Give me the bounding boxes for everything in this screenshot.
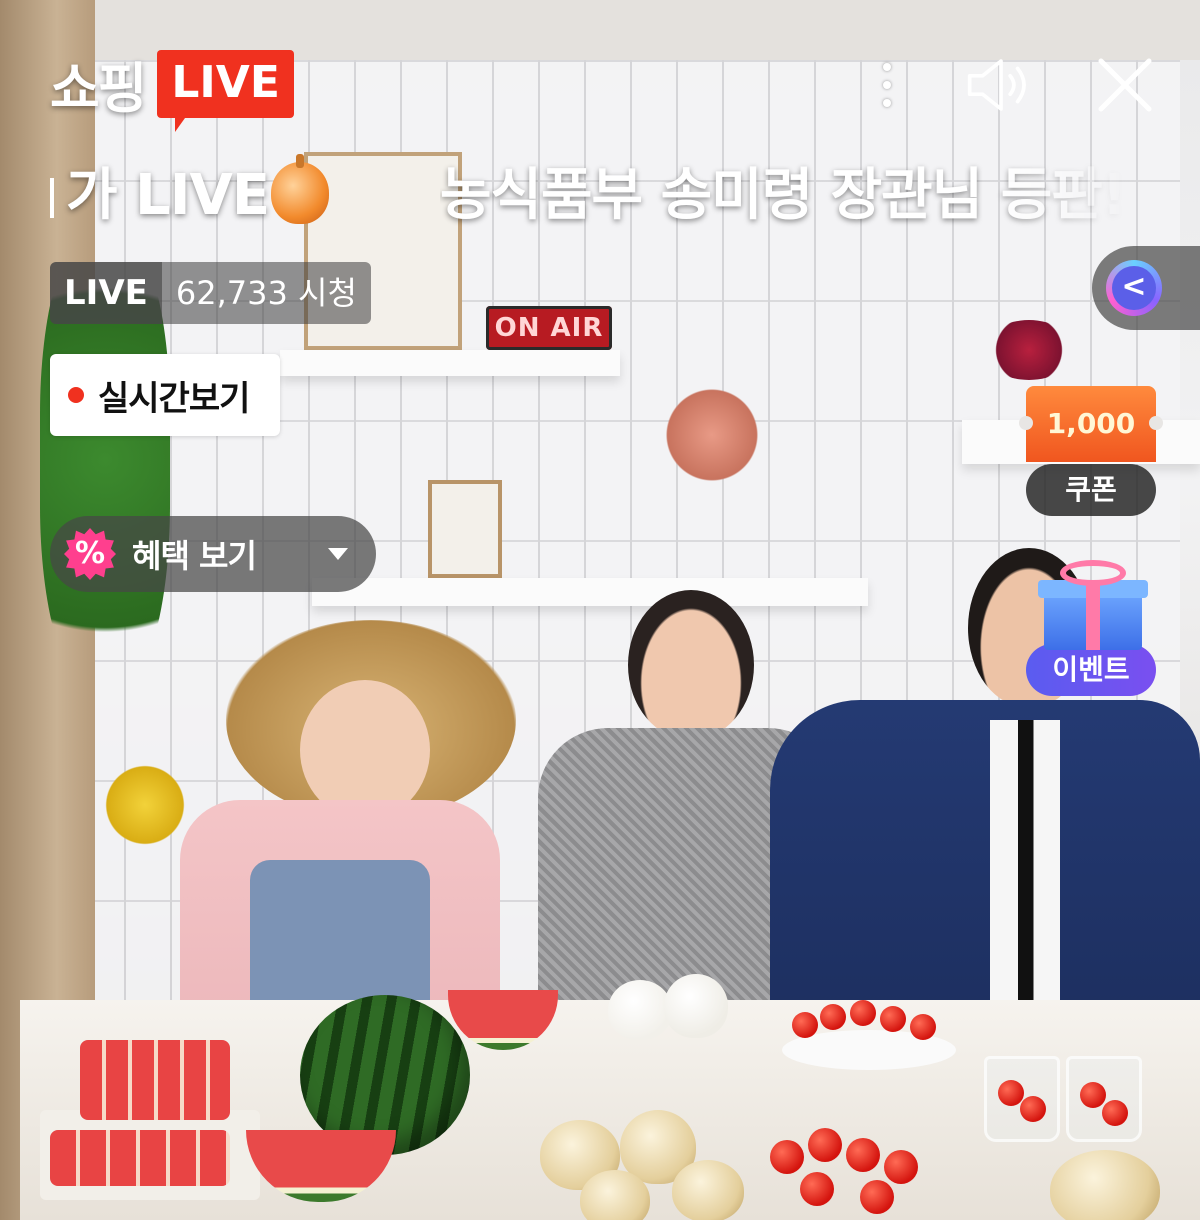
tomato <box>860 1180 894 1214</box>
tomato <box>884 1150 918 1184</box>
peeled-onion <box>664 974 728 1038</box>
yellow-flowers <box>100 760 190 850</box>
tomato <box>846 1138 880 1172</box>
live-badge: LIVE <box>157 49 294 132</box>
coupon-label: 쿠폰 <box>1026 464 1156 516</box>
viewer-count: 62,733 시청 <box>161 262 371 324</box>
watermelon-slices <box>80 1040 230 1120</box>
gift-ribbon <box>1086 580 1100 650</box>
cut-glyph <box>50 178 62 218</box>
chevron-left-glyph: < <box>1112 266 1156 310</box>
more-vertical-icon <box>883 63 891 71</box>
marquee-text-2: 농식품부 송미령 장관님 등판! <box>440 163 1127 228</box>
more-vertical-icon-dot <box>883 99 891 107</box>
leaf-print-frame <box>428 480 502 578</box>
coupon-amount: 1,000 <box>1019 386 1163 462</box>
gift-box-icon <box>1038 560 1148 650</box>
marquee-text-1: 가 LIVE <box>66 163 270 228</box>
watermelon-sticks <box>50 1130 230 1186</box>
tomato <box>820 1004 846 1030</box>
realtime-label: 실시간보기 <box>98 378 250 419</box>
coupon-button[interactable]: 1,000 쿠폰 <box>1019 386 1163 516</box>
flower-vase <box>662 380 762 490</box>
onion-icon <box>271 154 330 224</box>
more-options-button[interactable] <box>852 50 922 120</box>
brand-title: 쇼핑 <box>50 57 147 120</box>
red-flowers <box>984 320 1074 380</box>
side-panel-toggle[interactable]: < <box>1092 246 1200 330</box>
tomato <box>850 1000 876 1026</box>
tomato <box>1080 1082 1106 1108</box>
more-vertical-icon-dot <box>883 81 891 89</box>
realtime-view-button[interactable]: 실시간보기 <box>50 354 280 436</box>
tomato <box>1102 1100 1128 1126</box>
event-button[interactable]: 이벤트 <box>1026 560 1156 696</box>
close-button[interactable] <box>1090 50 1160 120</box>
live-dot-icon <box>68 387 84 403</box>
host-1-face <box>300 680 430 820</box>
onion <box>1050 1150 1160 1220</box>
live-tag: LIVE <box>50 262 162 324</box>
peeled-onion <box>608 980 672 1040</box>
percent-symbol: % <box>74 536 106 571</box>
tomato <box>1020 1096 1046 1122</box>
viewer-count-badge: LIVE 62,733 시청 <box>50 262 371 324</box>
chevron-left-icon: < <box>1106 260 1162 316</box>
shirt-tie <box>990 720 1060 1040</box>
tomato <box>880 1006 906 1032</box>
benefit-view-button[interactable]: % 혜택 보기 <box>50 516 376 592</box>
onion <box>672 1160 744 1220</box>
event-label: 이벤트 <box>1026 644 1156 696</box>
marquee-segment-1: 가 LIVE <box>50 150 330 230</box>
minister-face <box>628 590 754 740</box>
tomato <box>910 1014 936 1040</box>
tomato <box>998 1080 1024 1106</box>
benefit-label: 혜택 보기 <box>132 537 257 575</box>
speaker-icon <box>967 59 1026 111</box>
title-marquee: 가 LIVE 농식품부 송미령 장관님 등판! <box>50 150 1150 230</box>
gift-bow <box>1060 560 1126 586</box>
chevron-down-icon <box>328 548 348 560</box>
shopping-live-logo: 쇼핑 LIVE <box>50 44 294 132</box>
tomato <box>800 1172 834 1206</box>
sound-button[interactable] <box>966 50 1036 120</box>
upper-shelf <box>280 350 620 376</box>
tomato <box>792 1012 818 1038</box>
percent-badge-icon: % <box>64 528 116 580</box>
close-icon <box>1098 58 1152 112</box>
tomato <box>808 1128 842 1162</box>
lower-shelf <box>312 578 868 606</box>
on-air-sign: ON AIR <box>486 306 612 350</box>
tomato <box>770 1140 804 1174</box>
